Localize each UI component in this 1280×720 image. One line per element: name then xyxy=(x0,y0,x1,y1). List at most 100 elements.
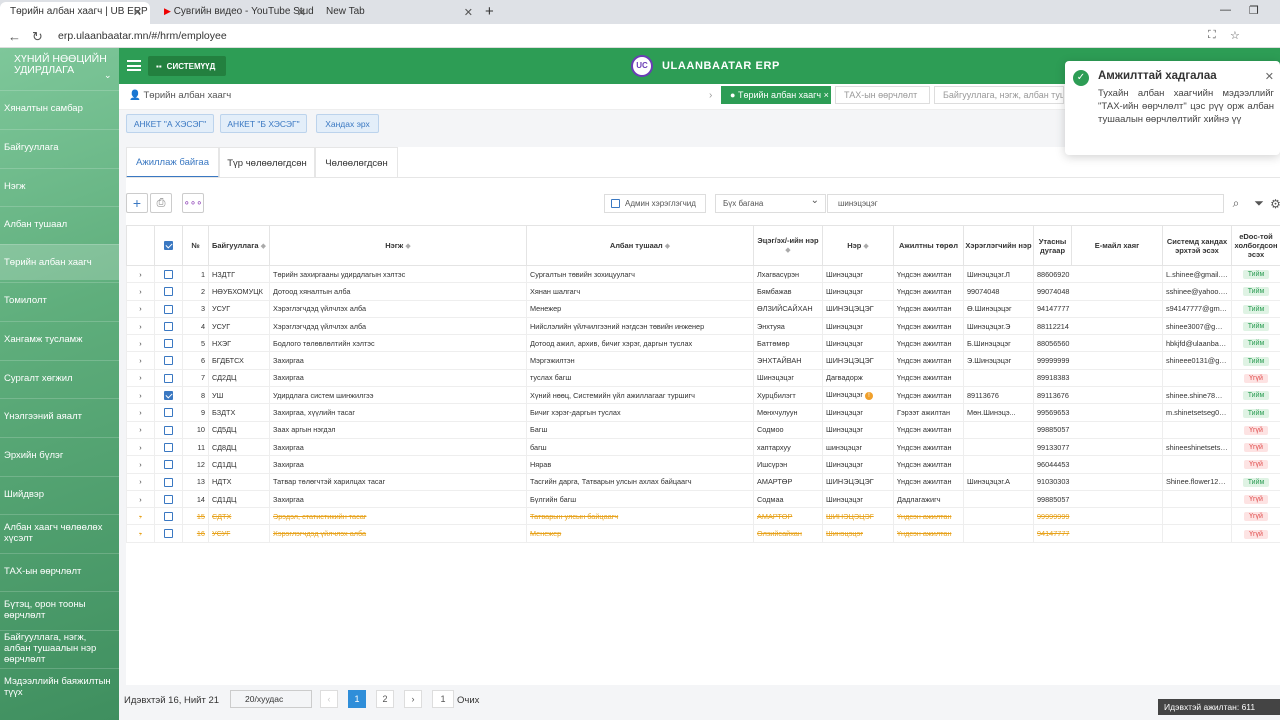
row-expander-icon[interactable]: › xyxy=(126,264,155,284)
col-header-employee-type[interactable]: Ажилтны төрөл xyxy=(893,225,964,266)
anket-a-button[interactable]: АНКЕТ "А ХЭСЭГ" xyxy=(126,114,214,133)
sidebar-item-release-request[interactable]: Албан хаагч чөлөөлөх хүсэлт xyxy=(0,514,119,550)
back-arrow-icon[interactable]: ← xyxy=(8,29,21,44)
table-row[interactable]: › 8 УШ Удирдлага систем шинжилгээ Хүний нөөц… xyxy=(126,386,1280,405)
row-checkbox[interactable] xyxy=(164,339,173,349)
sidebar-item-civil-servant[interactable]: Төрийн албан хаагч xyxy=(0,244,119,280)
search-input[interactable]: шинэцэцэг xyxy=(827,194,1224,213)
col-header-position[interactable]: Албан тушаал ◆ xyxy=(526,225,754,266)
row-checkbox[interactable] xyxy=(164,321,173,331)
row-checkbox[interactable] xyxy=(164,529,173,539)
next-page-button[interactable]: › xyxy=(404,690,422,708)
sidebar-item-evaluation[interactable]: Үнэлгээний аяалт xyxy=(0,398,119,434)
row-expander-icon[interactable]: › xyxy=(126,368,155,388)
reload-icon[interactable]: ↻ xyxy=(32,29,43,45)
row-expander-icon[interactable]: › xyxy=(126,524,155,543)
tab-civil-servant[interactable]: ● Төрийн албан хаагч × xyxy=(721,86,831,104)
access-rights-button[interactable]: Хандах эрх xyxy=(316,114,379,133)
table-row[interactable]: › 16 УСУГ Хэрэглэгчдэд үйлчлэх алба Менежер Ө… xyxy=(126,524,1280,543)
row-checkbox-cell[interactable] xyxy=(154,334,183,353)
table-row[interactable]: › 6 БГДБТСХ Захиргаа Мэргэжилтэн ЭНХТАЙВАН ШИН… xyxy=(126,351,1280,370)
table-row[interactable]: › 13 НДТХ Татвар төлөгчтэй харилцах тасаг Та… xyxy=(126,472,1280,491)
row-expander-icon[interactable]: › xyxy=(126,334,155,353)
page-2-button[interactable]: 2 xyxy=(376,690,394,708)
table-row[interactable]: › 5 НХЭГ Бодлого төлөвлөлтийн хэлтэс Дотоод … xyxy=(126,334,1280,353)
table-row[interactable]: › 9 БЗДТХ Захиргаа, хүүлийн тасаг Бичиг хэрэ… xyxy=(126,403,1280,422)
translate-icon[interactable]: ⛶ xyxy=(1208,29,1216,42)
sidebar-item-name-change[interactable]: Байгууллага, нэгж, албан тушаалын нэр өө… xyxy=(0,630,119,666)
sidebar-item-training[interactable]: Сургалт хөгжил xyxy=(0,360,119,396)
col-header-unit[interactable]: Нэгж ◆ xyxy=(269,225,527,266)
table-row[interactable]: › 11 СД8ДЦ Захиргаа багш хаптархуу шинэцэцэг Үн… xyxy=(126,437,1280,457)
row-expander-icon[interactable]: › xyxy=(126,489,155,509)
row-checkbox-cell[interactable] xyxy=(154,264,183,284)
hamburger-menu-icon[interactable] xyxy=(127,60,141,71)
row-checkbox[interactable] xyxy=(164,477,173,487)
row-checkbox[interactable] xyxy=(164,391,173,401)
browser-tab-erp[interactable]: Төрийн албан хаагч | UB ERP ✕ xyxy=(0,2,150,24)
row-checkbox[interactable] xyxy=(164,356,173,366)
settings-icon[interactable]: ⚙ xyxy=(1271,194,1280,213)
tab-working[interactable]: Ажиллаж байгаа xyxy=(126,147,219,178)
sidebar-item-structure-change[interactable]: Бүтэц, орон тооны өөрчлөлт xyxy=(0,591,119,627)
row-checkbox[interactable] xyxy=(164,494,173,504)
row-expander-icon[interactable]: › xyxy=(126,455,155,474)
close-icon[interactable]: ✕ xyxy=(464,6,473,19)
row-checkbox-cell[interactable] xyxy=(154,507,183,526)
print-button[interactable]: ⎙ xyxy=(150,193,172,213)
col-header-edoc[interactable]: eDoc-той холбогдсон эсэх xyxy=(1231,225,1280,266)
page-size-select[interactable]: 20/хуудас xyxy=(230,690,312,708)
col-header-email[interactable]: Е-майл хаяг xyxy=(1071,225,1163,266)
anket-b-button[interactable]: АНКЕТ "Б ХЭСЭГ" xyxy=(220,114,307,133)
bookmark-star-icon[interactable]: ☆ xyxy=(1230,29,1240,42)
row-expander-icon[interactable]: › xyxy=(126,507,155,526)
table-row[interactable]: › 7 СД2ДЦ Захиргаа туслах багш Шинэцэцэг Дагва… xyxy=(126,368,1280,388)
sidebar-item-dashboard[interactable]: Хяналтын самбар xyxy=(0,90,119,126)
sidebar-item-history[interactable]: Мэдээллийн баяжилтын түүх xyxy=(0,668,119,704)
tab-tah-change[interactable]: ТАХ-ын өөрчлөлт xyxy=(835,86,930,104)
row-checkbox[interactable] xyxy=(164,442,173,452)
sidebar-item-assignment[interactable]: Томилолт xyxy=(0,282,119,318)
search-icon[interactable]: ⌕ xyxy=(1226,194,1246,213)
row-expander-icon[interactable]: › xyxy=(126,420,155,439)
chevron-right-icon[interactable]: › xyxy=(709,90,712,101)
row-checkbox-cell[interactable] xyxy=(154,282,183,301)
more-options-button[interactable]: ∘∘∘ xyxy=(182,193,204,213)
row-checkbox-cell[interactable] xyxy=(154,455,183,474)
col-header-phone[interactable]: Утасны дугаар xyxy=(1033,225,1072,266)
tab-org-unit-position[interactable]: Байгууллага, нэгж, албан тушаал xyxy=(934,86,1064,104)
row-checkbox-cell[interactable] xyxy=(154,299,183,318)
tab-released[interactable]: Чөлөөлөгдсөн xyxy=(315,147,398,178)
row-checkbox-cell[interactable] xyxy=(154,524,183,543)
table-row[interactable]: › 10 СД5ДЦ Заах аргын нэгдэл Багш Содмоо Шинэц… xyxy=(126,420,1280,439)
sidebar-item-permission-group[interactable]: Эрхийн бүлэг xyxy=(0,437,119,473)
row-expander-icon[interactable]: › xyxy=(126,316,155,336)
add-button[interactable]: + xyxy=(126,193,148,213)
sidebar-item-decision[interactable]: Шийдвэр xyxy=(0,476,119,512)
row-checkbox[interactable] xyxy=(164,460,173,470)
tab-temporarily-released[interactable]: Түр чөлөөлөгдсөн xyxy=(219,147,315,178)
row-expander-icon[interactable]: › xyxy=(126,386,155,405)
admin-users-checkbox[interactable] xyxy=(611,199,620,208)
row-checkbox-cell[interactable] xyxy=(154,368,183,388)
table-row[interactable]: › 4 УСУГ Хэрэглэгчдэд үйлчлэх алба Нийслэлий… xyxy=(126,316,1280,336)
col-header-no[interactable]: № xyxy=(182,225,209,266)
row-checkbox-cell[interactable] xyxy=(154,403,183,422)
row-checkbox[interactable] xyxy=(164,269,173,279)
new-tab-plus-icon[interactable]: + xyxy=(485,3,494,20)
page-1-button[interactable]: 1 xyxy=(348,690,366,708)
row-checkbox[interactable] xyxy=(164,408,173,418)
row-checkbox[interactable] xyxy=(164,373,173,383)
browser-tab-youtube[interactable]: ▶ Сувгийн видео - YouTube Studio ✕ xyxy=(154,2,314,24)
col-header-system-access[interactable]: Системд хандах эрхтэй эсэх xyxy=(1162,225,1232,266)
systems-button[interactable]: ▪▪ СИСТЕМҮҮД xyxy=(148,56,226,76)
col-header-org[interactable]: Байгууллага ◆ xyxy=(208,225,270,266)
prev-page-button[interactable]: ‹ xyxy=(320,690,338,708)
row-checkbox[interactable] xyxy=(164,304,173,314)
row-checkbox-cell[interactable] xyxy=(154,420,183,439)
col-header-parent-name[interactable]: Эцэг/эх/-ийн нэр ◆ xyxy=(753,225,823,266)
row-expander-icon[interactable]: › xyxy=(126,472,155,491)
row-expander-icon[interactable]: › xyxy=(126,403,155,422)
row-checkbox-cell[interactable] xyxy=(154,437,183,457)
col-header-username[interactable]: Хэрэглэгчийн нэр xyxy=(963,225,1034,266)
